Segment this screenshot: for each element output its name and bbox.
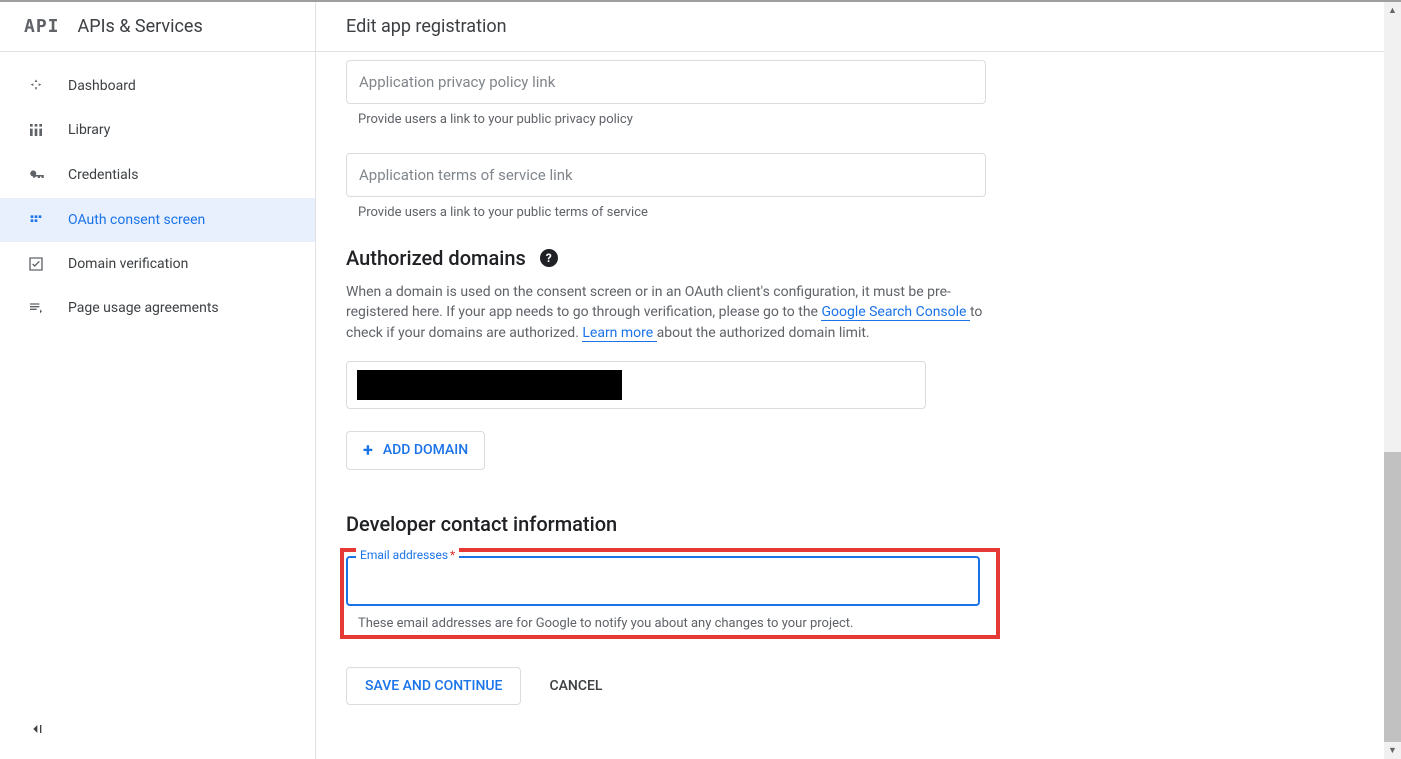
nav-label: Page usage agreements <box>68 300 219 316</box>
email-field-wrap: Email addresses* <box>346 556 990 606</box>
cancel-button[interactable]: CANCEL <box>549 678 602 694</box>
domain-input-box[interactable] <box>346 361 926 409</box>
sidebar-item-oauth-consent[interactable]: OAuth consent screen <box>0 198 315 242</box>
authorized-domains-heading: Authorized domains ? <box>346 246 1371 270</box>
sidebar-header: API APIs & Services <box>0 2 315 52</box>
terms-group <box>346 153 986 197</box>
sidebar-item-library[interactable]: Library <box>0 108 315 152</box>
action-buttons: SAVE AND CONTINUE CANCEL <box>346 667 1371 705</box>
nav-label: Dashboard <box>68 78 136 94</box>
main-content: Edit app registration Provide users a li… <box>316 2 1401 759</box>
nav-list: Dashboard Library Credentials OAuth cons… <box>0 52 315 330</box>
privacy-policy-input[interactable] <box>346 60 986 104</box>
scroll-up-icon[interactable]: ▲ <box>1384 2 1401 19</box>
sidebar-title: APIs & Services <box>78 16 203 37</box>
privacy-helper: Provide users a link to your public priv… <box>358 112 1371 127</box>
sidebar-item-dashboard[interactable]: Dashboard <box>0 64 315 108</box>
dashboard-icon <box>28 78 68 94</box>
nav-label: Credentials <box>68 167 138 183</box>
content-area: Provide users a link to your public priv… <box>316 52 1401 759</box>
library-icon <box>28 122 68 138</box>
sidebar: API APIs & Services Dashboard Library Cr… <box>0 2 316 759</box>
agreements-icon <box>28 300 68 316</box>
add-domain-button[interactable]: + ADD DOMAIN <box>346 431 485 470</box>
page-title: Edit app registration <box>346 16 1371 37</box>
authorized-description: When a domain is used on the consent scr… <box>346 282 986 343</box>
nav-label: OAuth consent screen <box>68 212 205 228</box>
sidebar-item-domain-verification[interactable]: Domain verification <box>0 242 315 286</box>
api-logo: API <box>24 16 60 37</box>
terms-input[interactable] <box>346 153 986 197</box>
help-icon[interactable]: ? <box>540 249 558 267</box>
save-continue-button[interactable]: SAVE AND CONTINUE <box>346 667 521 705</box>
nav-label: Domain verification <box>68 256 188 272</box>
plus-icon: + <box>363 440 373 461</box>
verification-icon <box>28 256 68 272</box>
collapse-sidebar-button[interactable] <box>28 721 44 741</box>
learn-more-link[interactable]: Learn more <box>582 325 656 342</box>
consent-icon <box>28 212 68 228</box>
sidebar-item-credentials[interactable]: Credentials <box>0 152 315 198</box>
privacy-policy-group <box>346 60 986 104</box>
email-addresses-input[interactable] <box>346 556 980 606</box>
scrollbar[interactable]: ▲ ▼ <box>1384 2 1401 759</box>
sidebar-item-page-usage[interactable]: Page usage agreements <box>0 286 315 330</box>
email-helper: These email addresses are for Google to … <box>358 616 990 631</box>
developer-contact-heading: Developer contact information <box>346 512 1371 536</box>
nav-label: Library <box>68 122 110 138</box>
scroll-thumb[interactable] <box>1384 452 1401 742</box>
redacted-domain <box>357 370 622 400</box>
terms-helper: Provide users a link to your public term… <box>358 205 1371 220</box>
email-highlight-box: Email addresses* These email addresses a… <box>340 548 1000 639</box>
google-search-console-link[interactable]: Google Search Console <box>821 304 969 321</box>
main-header: Edit app registration <box>316 2 1401 52</box>
key-icon <box>28 166 68 184</box>
scroll-down-icon[interactable]: ▼ <box>1384 742 1401 759</box>
email-label: Email addresses* <box>356 548 459 562</box>
